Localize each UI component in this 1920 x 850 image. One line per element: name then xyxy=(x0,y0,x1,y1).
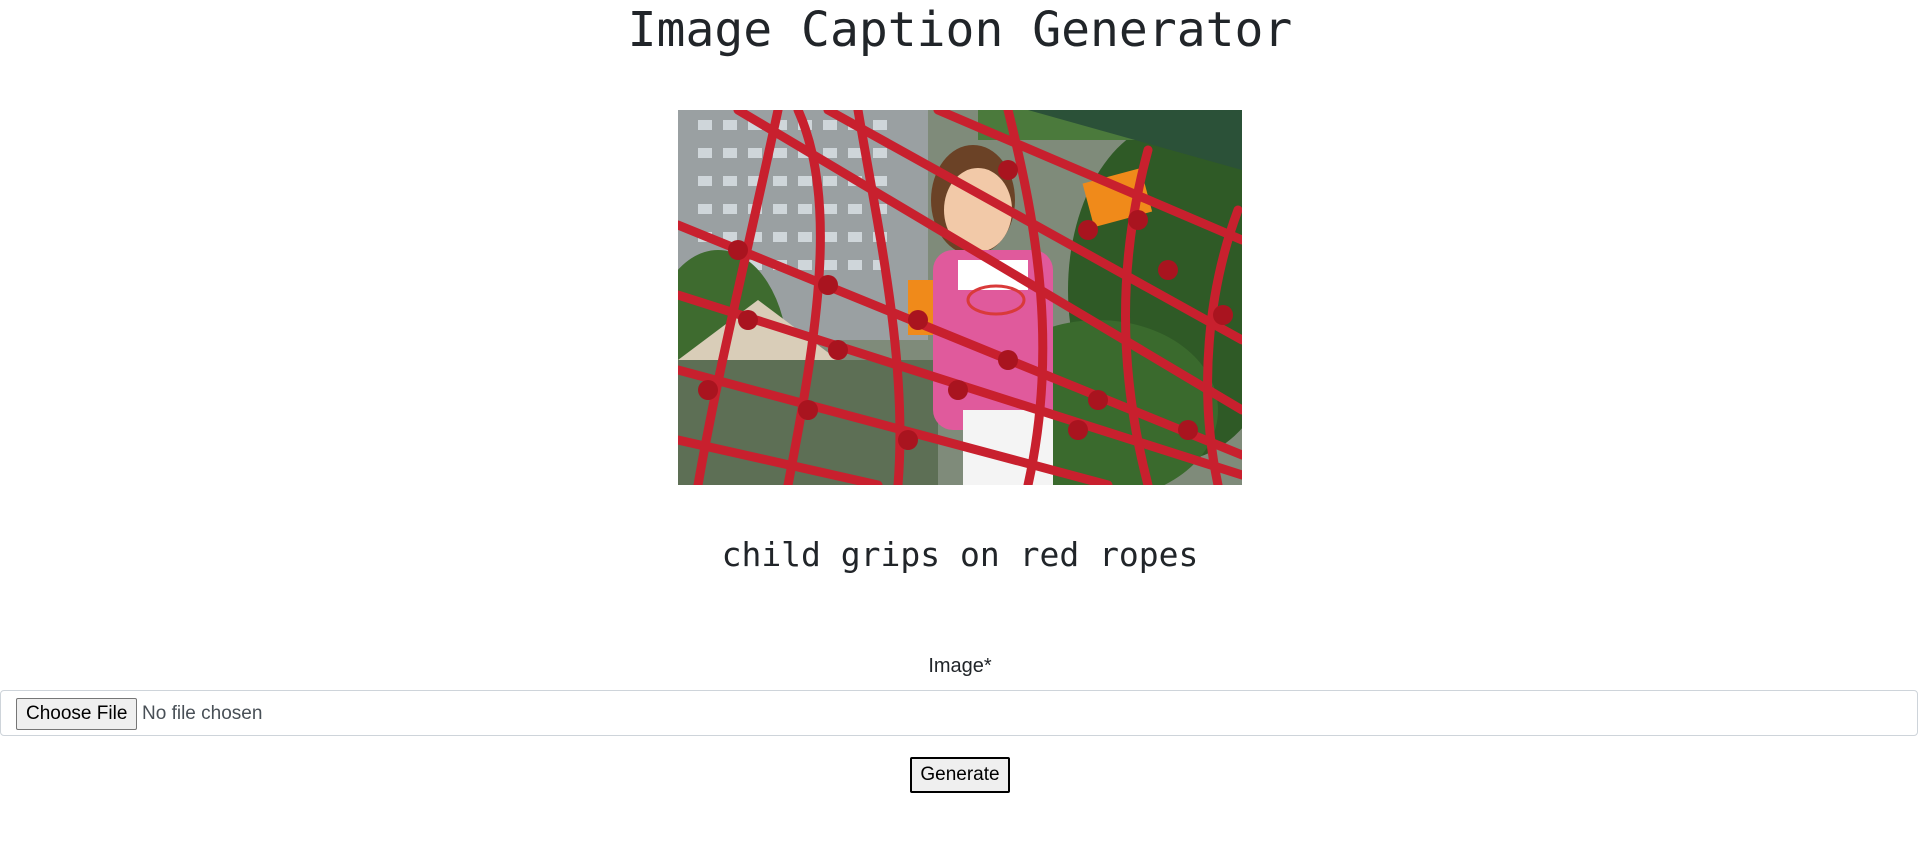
file-status-text: No file chosen xyxy=(142,703,263,724)
page-title: Image Caption Generator xyxy=(627,2,1293,58)
generated-caption: child grips on red ropes xyxy=(721,535,1199,574)
image-field-label: Image* xyxy=(928,655,992,677)
image-file-input[interactable]: Choose File No file chosen xyxy=(0,690,1918,736)
uploaded-photo xyxy=(678,110,1242,485)
generate-button[interactable]: Generate xyxy=(910,757,1010,793)
choose-file-button[interactable]: Choose File xyxy=(16,698,138,730)
